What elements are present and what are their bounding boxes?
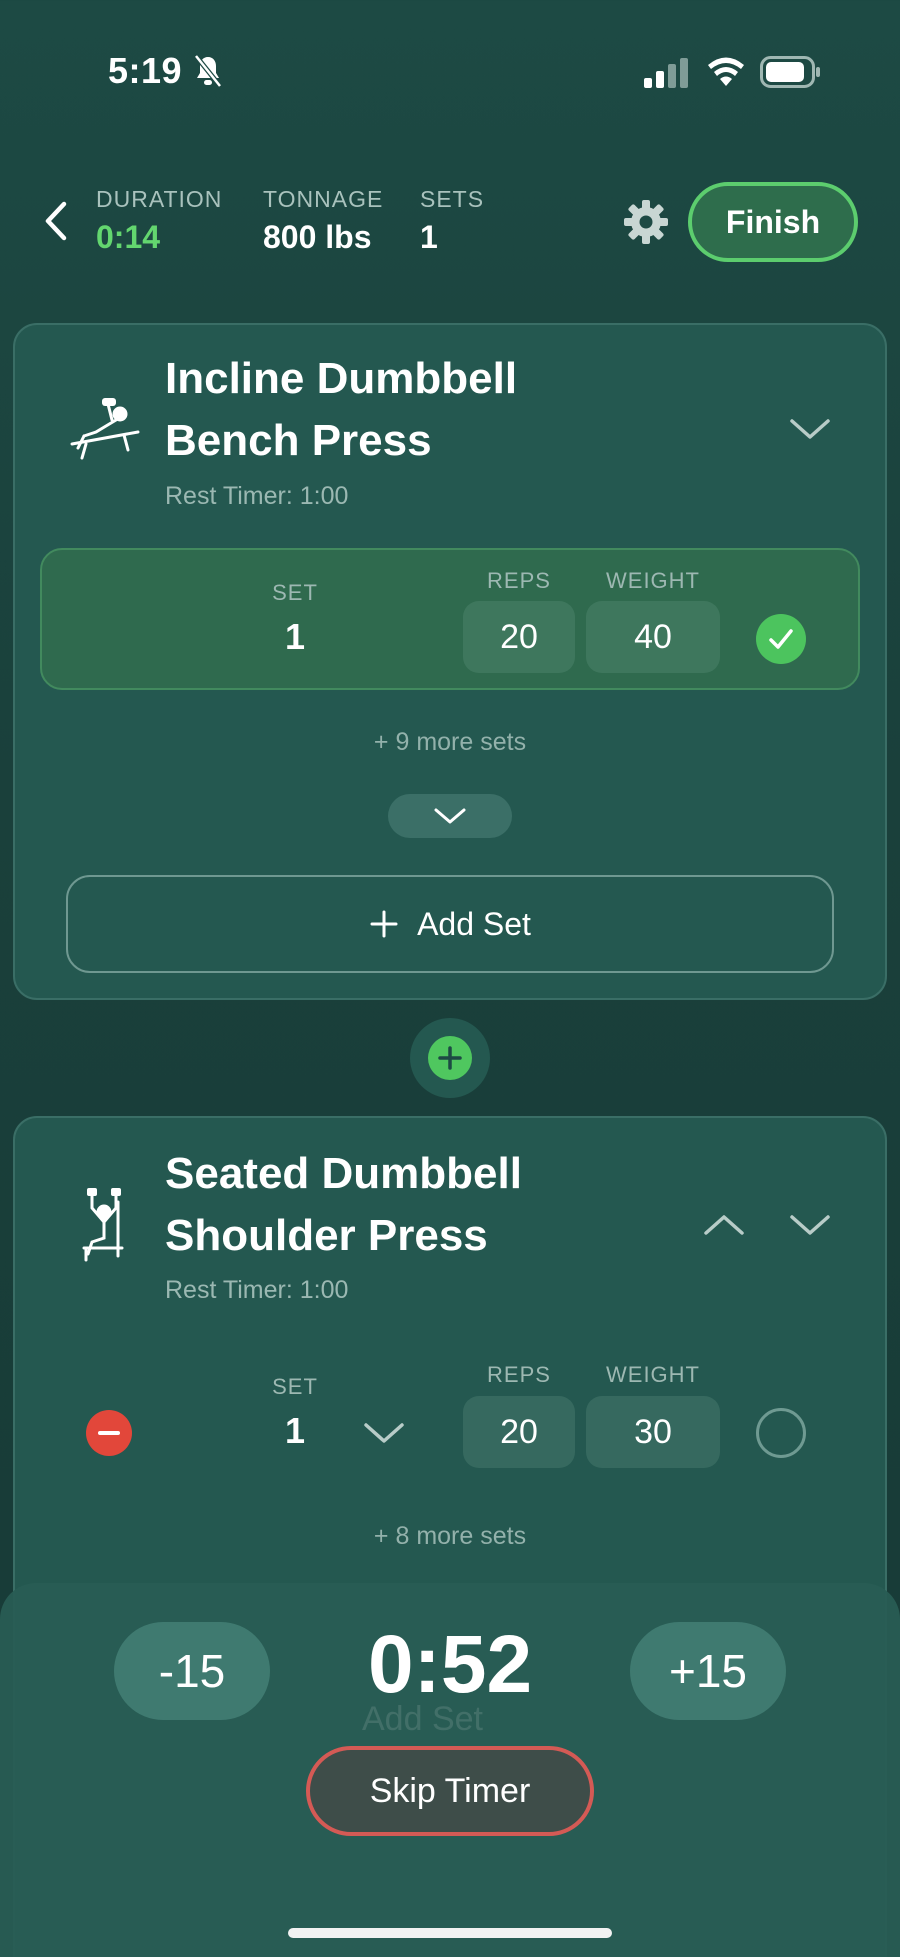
tonnage-stat: TONNAGE 800 lbs	[263, 186, 383, 256]
chevron-down-icon	[434, 808, 466, 824]
skip-timer-button[interactable]: Skip Timer	[306, 1746, 594, 1836]
add-set-label: Add Set	[417, 905, 531, 942]
more-sets-label: + 9 more sets	[373, 728, 527, 756]
bell-slash-icon	[194, 54, 222, 88]
weight-column-label: WEIGHT	[606, 568, 700, 593]
rest-timer-countdown: 0:52	[367, 1619, 533, 1710]
finish-button[interactable]: Finish	[688, 182, 858, 262]
tonnage-value: 800 lbs	[263, 219, 372, 255]
chevron-up-icon[interactable]	[702, 1212, 746, 1238]
set-row-completed	[40, 548, 860, 690]
minus-icon	[98, 1431, 120, 1435]
exercise-title-line2: Shoulder Press	[165, 1211, 488, 1260]
add-exercise-button[interactable]	[410, 1018, 490, 1098]
exercise-title-line2: Bench Press	[165, 416, 432, 465]
exercise-title: Incline Dumbbell Bench Press	[165, 348, 517, 472]
wifi-icon	[708, 57, 744, 86]
set-column-label: SET	[272, 580, 318, 605]
set-complete-toggle[interactable]	[756, 614, 806, 664]
plus-icon	[370, 910, 398, 938]
rest-timer-label[interactable]: Rest Timer: 1:00	[165, 1276, 348, 1305]
chevron-down-icon[interactable]	[788, 416, 832, 442]
reps-column-label: REPS	[487, 1362, 551, 1387]
add-15-button[interactable]: +15	[630, 1622, 786, 1720]
duration-stat: DURATION 0:14	[96, 186, 222, 256]
sets-label: SETS	[420, 186, 485, 212]
gear-icon[interactable]	[622, 198, 670, 246]
back-chevron-icon[interactable]	[40, 198, 70, 244]
tonnage-label: TONNAGE	[263, 186, 384, 212]
checkmark-icon	[769, 629, 793, 649]
reps-input[interactable]: 20	[463, 601, 575, 673]
rest-timer-label[interactable]: Rest Timer: 1:00	[165, 482, 348, 511]
sets-value: 1	[420, 219, 438, 255]
chevron-down-icon[interactable]	[788, 1212, 832, 1238]
subtract-15-button[interactable]: -15	[114, 1622, 270, 1720]
weight-input[interactable]: 40	[586, 601, 720, 673]
reps-input[interactable]: 20	[463, 1396, 575, 1468]
chevron-down-icon[interactable]	[362, 1420, 406, 1446]
weight-column-label: WEIGHT	[606, 1362, 700, 1387]
sets-stat: SETS 1	[420, 186, 484, 256]
signal-icon	[644, 58, 688, 88]
plus-circle-icon	[428, 1036, 472, 1080]
exercise-title: Seated Dumbbell Shoulder Press	[165, 1143, 522, 1267]
home-indicator[interactable]	[288, 1928, 612, 1938]
shoulder-press-figure-icon	[82, 1188, 124, 1262]
exercise-title-line1: Seated Dumbbell	[165, 1149, 522, 1198]
set-number: 1	[284, 616, 306, 657]
set-complete-toggle[interactable]	[756, 1408, 806, 1458]
remove-set-button[interactable]	[86, 1410, 132, 1456]
duration-label: DURATION	[96, 186, 223, 212]
expand-sets-button[interactable]	[388, 794, 512, 838]
set-number: 1	[284, 1410, 306, 1451]
weight-input[interactable]: 30	[586, 1396, 720, 1468]
incline-press-figure-icon	[70, 398, 140, 460]
duration-value: 0:14	[96, 219, 161, 255]
more-sets-label: + 8 more sets	[373, 1522, 527, 1550]
exercise-title-line1: Incline Dumbbell	[165, 354, 518, 403]
reps-column-label: REPS	[487, 568, 551, 593]
battery-icon	[760, 56, 820, 88]
status-time: 5:19	[108, 50, 183, 91]
set-column-label: SET	[272, 1374, 318, 1399]
add-set-button[interactable]: Add Set	[66, 875, 834, 973]
